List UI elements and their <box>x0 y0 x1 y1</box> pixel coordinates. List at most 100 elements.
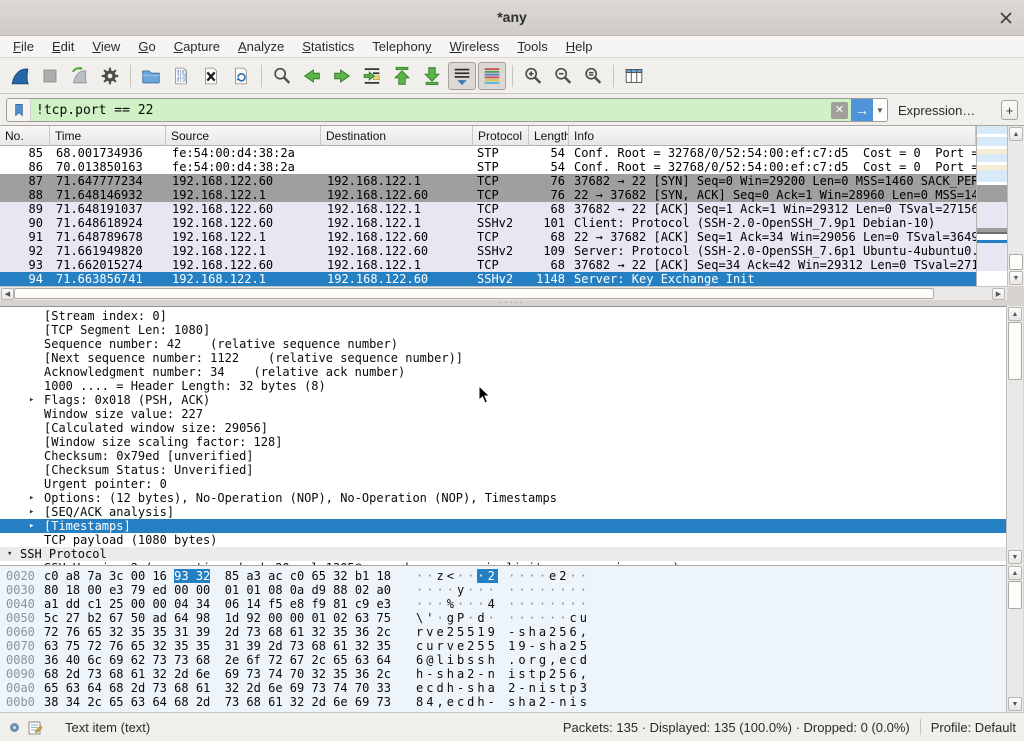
column-header-source[interactable]: Source <box>166 126 321 145</box>
packet-row-87[interactable]: 8771.647777234192.168.122.60192.168.122.… <box>0 174 976 188</box>
detail-row-7[interactable]: Window size value: 227 <box>0 407 1006 421</box>
go-previous-packet-button[interactable] <box>298 62 326 90</box>
detail-row-14[interactable]: ▸[SEQ/ACK analysis] <box>0 505 1006 519</box>
scroll-up-arrow[interactable]: ▲ <box>1008 307 1022 321</box>
menu-capture[interactable]: Capture <box>165 37 229 56</box>
scroll-down-arrow[interactable]: ▼ <box>1009 271 1023 285</box>
hscroll-right-arrow[interactable]: ▶ <box>992 288 1005 300</box>
packet-row-86[interactable]: 8670.013850163fe:54:00:d4:38:2aSTP54Conf… <box>0 160 976 174</box>
stop-capture-button[interactable] <box>36 62 64 90</box>
column-header-time[interactable]: Time <box>50 126 166 145</box>
auto-scroll-toggle-button[interactable] <box>448 62 476 90</box>
scroll-down-arrow[interactable]: ▼ <box>1008 697 1022 711</box>
collapsed-arrow-icon[interactable]: ▸ <box>29 393 34 407</box>
scroll-thumb[interactable] <box>1009 254 1023 270</box>
reload-capture-file-button[interactable] <box>227 62 255 90</box>
detail-row-0[interactable]: [Stream index: 0] <box>0 309 1006 323</box>
detail-row-4[interactable]: Acknowledgment number: 34 (relative ack … <box>0 365 1006 379</box>
menu-help[interactable]: Help <box>557 37 602 56</box>
add-filter-button[interactable]: + <box>1001 100 1018 120</box>
go-last-packet-button[interactable] <box>418 62 446 90</box>
column-header-protocol[interactable]: Protocol <box>473 126 529 145</box>
hscroll-thumb[interactable] <box>14 288 934 299</box>
column-header-info[interactable]: Info <box>569 126 976 145</box>
hex-row-0020[interactable]: 0020c0 a8 7a 3c 00 16 93 32 85 a3 ac c0 … <box>0 569 1006 583</box>
detail-row-3[interactable]: [Next sequence number: 1122 (relative se… <box>0 351 1006 365</box>
packet-row-89[interactable]: 8971.648191037192.168.122.60192.168.122.… <box>0 202 976 216</box>
go-next-packet-button[interactable] <box>328 62 356 90</box>
close-window-button[interactable] <box>998 10 1014 26</box>
capture-options-button[interactable] <box>96 62 124 90</box>
menu-file[interactable]: File <box>4 37 43 56</box>
zoom-out-button[interactable] <box>549 62 577 90</box>
detail-row-11[interactable]: [Checksum Status: Unverified] <box>0 463 1006 477</box>
go-to-packet-button[interactable] <box>358 62 386 90</box>
packet-row-92[interactable]: 9271.661949820192.168.122.1192.168.122.6… <box>0 244 976 258</box>
packet-row-91[interactable]: 9171.648789678192.168.122.1192.168.122.6… <box>0 230 976 244</box>
hex-row-0070[interactable]: 007063 75 72 76 65 32 35 35 31 39 2d 73 … <box>0 639 1006 653</box>
column-header-destination[interactable]: Destination <box>321 126 473 145</box>
packet-row-88[interactable]: 8871.648146932192.168.122.1192.168.122.6… <box>0 188 976 202</box>
detail-row-12[interactable]: Urgent pointer: 0 <box>0 477 1006 491</box>
bytes-vscrollbar[interactable]: ▲▼ <box>1006 565 1023 712</box>
scroll-thumb[interactable] <box>1008 322 1022 380</box>
hex-row-00b0[interactable]: 00b038 34 2c 65 63 64 68 2d 73 68 61 32 … <box>0 695 1006 709</box>
save-capture-file-button[interactable]: 010111100110 <box>167 62 195 90</box>
start-capture-button[interactable] <box>6 62 34 90</box>
find-packet-button[interactable] <box>268 62 296 90</box>
filter-apply-button[interactable]: → <box>851 99 873 121</box>
filter-history-dropdown[interactable]: ▼ <box>873 99 887 121</box>
menu-statistics[interactable]: Statistics <box>293 37 363 56</box>
packet-row-90[interactable]: 9071.648618924192.168.122.60192.168.122.… <box>0 216 976 230</box>
detail-row-9[interactable]: [Window size scaling factor: 128] <box>0 435 1006 449</box>
menu-go[interactable]: Go <box>129 37 164 56</box>
expression-button[interactable]: Expression… <box>898 103 975 118</box>
details-vscrollbar[interactable]: ▲▼ <box>1006 306 1023 565</box>
detail-row-10[interactable]: Checksum: 0x79ed [unverified] <box>0 449 1006 463</box>
scroll-down-arrow[interactable]: ▼ <box>1008 550 1022 564</box>
detail-row-15[interactable]: ▸[Timestamps] <box>0 519 1006 533</box>
scroll-up-arrow[interactable]: ▲ <box>1009 127 1023 141</box>
detail-row-17[interactable]: ▾SSH Protocol <box>0 547 1006 561</box>
detail-row-13[interactable]: ▸Options: (12 bytes), No-Operation (NOP)… <box>0 491 1006 505</box>
menu-wireless[interactable]: Wireless <box>441 37 509 56</box>
profile-label[interactable]: Profile: Default <box>931 720 1016 735</box>
hex-row-0090[interactable]: 009068 2d 73 68 61 32 2d 6e 69 73 74 70 … <box>0 667 1006 681</box>
collapsed-arrow-icon[interactable]: ▸ <box>29 491 34 505</box>
hex-row-00a0[interactable]: 00a065 63 64 68 2d 73 68 61 32 2d 6e 69 … <box>0 681 1006 695</box>
expert-info-icon[interactable] <box>10 723 19 732</box>
detail-row-8[interactable]: [Calculated window size: 29056] <box>0 421 1006 435</box>
zoom-reset-button[interactable] <box>579 62 607 90</box>
hex-row-0050[interactable]: 00505c 27 b2 67 50 ad 64 98 1d 92 00 00 … <box>0 611 1006 625</box>
scroll-thumb[interactable] <box>1008 581 1022 609</box>
zoom-in-button[interactable] <box>519 62 547 90</box>
filter-text[interactable] <box>31 102 831 119</box>
go-first-packet-button[interactable] <box>388 62 416 90</box>
menu-edit[interactable]: Edit <box>43 37 83 56</box>
detail-row-16[interactable]: TCP payload (1080 bytes) <box>0 533 1006 547</box>
hex-row-0040[interactable]: 0040a1 dd c1 25 00 00 04 34 06 14 f5 e8 … <box>0 597 1006 611</box>
scroll-up-arrow[interactable]: ▲ <box>1008 566 1022 580</box>
packet-list-vscrollbar[interactable]: ▲▼ <box>1007 126 1024 286</box>
hex-row-0030[interactable]: 003080 18 00 e3 79 ed 00 00 01 01 08 0a … <box>0 583 1006 597</box>
collapsed-arrow-icon[interactable]: ▸ <box>29 505 34 519</box>
hscroll-left-arrow[interactable]: ◀ <box>1 288 14 300</box>
intelligent-scrollbar-minimap[interactable] <box>976 126 1007 286</box>
filter-field[interactable]: ✕ <box>31 99 851 121</box>
filter-clear-button[interactable]: ✕ <box>831 102 848 119</box>
menu-tools[interactable]: Tools <box>508 37 556 56</box>
expanded-arrow-icon[interactable]: ▾ <box>7 547 12 561</box>
detail-row-1[interactable]: [TCP Segment Len: 1080] <box>0 323 1006 337</box>
menu-view[interactable]: View <box>83 37 129 56</box>
close-capture-file-button[interactable] <box>197 62 225 90</box>
open-capture-file-button[interactable] <box>137 62 165 90</box>
resize-columns-button[interactable] <box>620 62 648 90</box>
collapsed-arrow-icon[interactable]: ▸ <box>29 519 34 533</box>
column-header-no[interactable]: No. <box>0 126 50 145</box>
hex-row-0080[interactable]: 008036 40 6c 69 62 73 73 68 2e 6f 72 67 … <box>0 653 1006 667</box>
detail-row-6[interactable]: ▸Flags: 0x018 (PSH, ACK) <box>0 393 1006 407</box>
display-filter-input[interactable]: ✕ → ▼ <box>6 98 888 122</box>
packet-row-85[interactable]: 8568.001734936fe:54:00:d4:38:2aSTP54Conf… <box>0 146 976 160</box>
capture-comment-icon[interactable] <box>28 720 43 735</box>
detail-row-2[interactable]: Sequence number: 42 (relative sequence n… <box>0 337 1006 351</box>
